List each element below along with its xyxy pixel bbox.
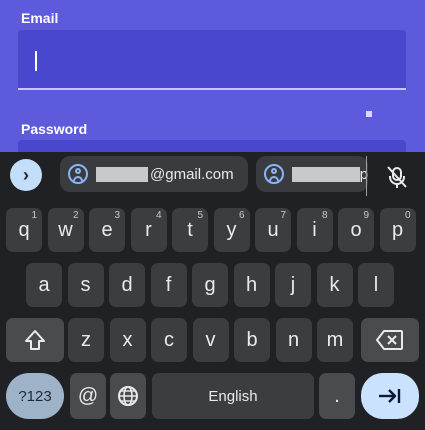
key-label: a [38, 273, 50, 296]
key-f[interactable]: f [150, 263, 187, 307]
key-label: l [373, 273, 379, 296]
period-key[interactable]: . [319, 373, 355, 419]
expand-suggestions-button[interactable]: › [10, 159, 42, 191]
key-i[interactable]: 8i [296, 208, 333, 252]
period-key-label: . [334, 384, 340, 407]
key-hint: 7 [280, 210, 286, 221]
key-c[interactable]: c [151, 318, 187, 362]
key-hint: 0 [404, 210, 411, 221]
key-g[interactable]: g [192, 263, 228, 307]
suggestion-divider [366, 156, 367, 196]
key-b[interactable]: b [234, 318, 270, 362]
key-label: k [329, 273, 340, 296]
key-label: u [267, 218, 279, 241]
key-label: t [187, 218, 193, 241]
key-v[interactable]: v [192, 318, 229, 362]
key-t[interactable]: 5t [172, 208, 208, 252]
key-d[interactable]: d [109, 263, 145, 307]
key-a[interactable]: a [26, 263, 62, 307]
key-s[interactable]: s [67, 263, 104, 307]
backspace-icon [376, 330, 403, 350]
shift-key[interactable] [6, 318, 64, 362]
password-label: Password [21, 121, 88, 137]
redacted-text [292, 166, 360, 182]
key-label: f [165, 273, 172, 296]
suggestion-domain: @gmail.com [150, 165, 234, 183]
key-k[interactable]: k [316, 263, 353, 307]
next-action-key[interactable] [361, 373, 419, 419]
at-key[interactable]: @ [70, 373, 106, 419]
key-x[interactable]: x [109, 318, 146, 362]
key-r[interactable]: 4r [130, 208, 167, 252]
at-key-label: @ [77, 384, 99, 407]
email-label: Email [21, 10, 59, 26]
chevron-right-icon: › [23, 164, 29, 185]
key-label: q [18, 218, 30, 241]
key-hint: 8 [321, 210, 328, 221]
key-label: c [164, 328, 174, 351]
scroll-indicator [366, 111, 372, 117]
key-label: x [122, 328, 133, 351]
text-caret [35, 51, 37, 71]
key-y[interactable]: 6y [213, 208, 250, 252]
key-h[interactable]: h [233, 263, 270, 307]
email-suggestion-chip-2[interactable]: p [256, 156, 368, 192]
language-key[interactable] [110, 373, 146, 419]
account-circle-icon [68, 164, 88, 184]
login-form: Email Password [0, 0, 425, 160]
suggestion-bar: › @gmail.com p [0, 152, 425, 198]
key-label: b [246, 328, 258, 351]
tab-next-icon [379, 389, 401, 403]
key-j[interactable]: j [275, 263, 311, 307]
key-label: o [350, 218, 362, 241]
symbols-key[interactable]: ?123 [6, 373, 64, 419]
key-label: j [290, 273, 296, 296]
symbols-key-label: ?123 [18, 387, 52, 405]
key-p[interactable]: 0p [379, 208, 416, 252]
key-label: e [101, 218, 113, 241]
backspace-key[interactable] [361, 318, 419, 362]
globe-icon [118, 386, 138, 406]
mic-off-icon[interactable] [384, 164, 410, 190]
key-label: z [81, 328, 91, 351]
app-root: Email Password › @gmail.com p 1 q 2 w 3 … [0, 0, 425, 430]
space-key-label: English [208, 387, 258, 405]
email-field[interactable] [18, 30, 406, 90]
key-n[interactable]: n [275, 318, 312, 362]
key-label: w [58, 218, 73, 241]
key-e[interactable]: 3e [89, 208, 125, 252]
key-hint: 3 [114, 210, 120, 221]
shift-arrow-icon [25, 330, 45, 350]
key-m[interactable]: m [317, 318, 353, 362]
on-screen-keyboard: › @gmail.com p 1q2w3e4r5t6y7u8i9o0p asdf… [0, 152, 425, 430]
key-label: i [312, 218, 317, 241]
key-label: r [145, 218, 152, 241]
key-q[interactable]: 1q [6, 208, 42, 252]
key-label: p [391, 218, 404, 241]
key-z[interactable]: z [68, 318, 104, 362]
key-hint: 1 [31, 210, 37, 221]
key-label: s [80, 273, 91, 296]
key-label: h [245, 273, 258, 296]
key-w[interactable]: 2w [47, 208, 84, 252]
key-label: d [121, 273, 133, 296]
key-label: m [326, 328, 344, 351]
key-o[interactable]: 9o [338, 208, 374, 252]
email-suggestion-chip-1[interactable]: @gmail.com [60, 156, 248, 192]
key-hint: 5 [197, 210, 203, 221]
key-hint: 9 [363, 210, 369, 221]
key-label: n [287, 328, 300, 351]
key-u[interactable]: 7u [255, 208, 291, 252]
key-label: g [204, 273, 216, 296]
key-hint: 4 [155, 210, 162, 221]
key-label: v [205, 328, 216, 351]
key-l[interactable]: l [358, 263, 394, 307]
redacted-text [96, 166, 148, 182]
key-label: y [226, 218, 237, 241]
key-hint: 6 [238, 210, 245, 221]
space-key[interactable]: English [152, 373, 314, 419]
account-circle-icon [264, 164, 284, 184]
key-hint: 2 [72, 210, 79, 221]
